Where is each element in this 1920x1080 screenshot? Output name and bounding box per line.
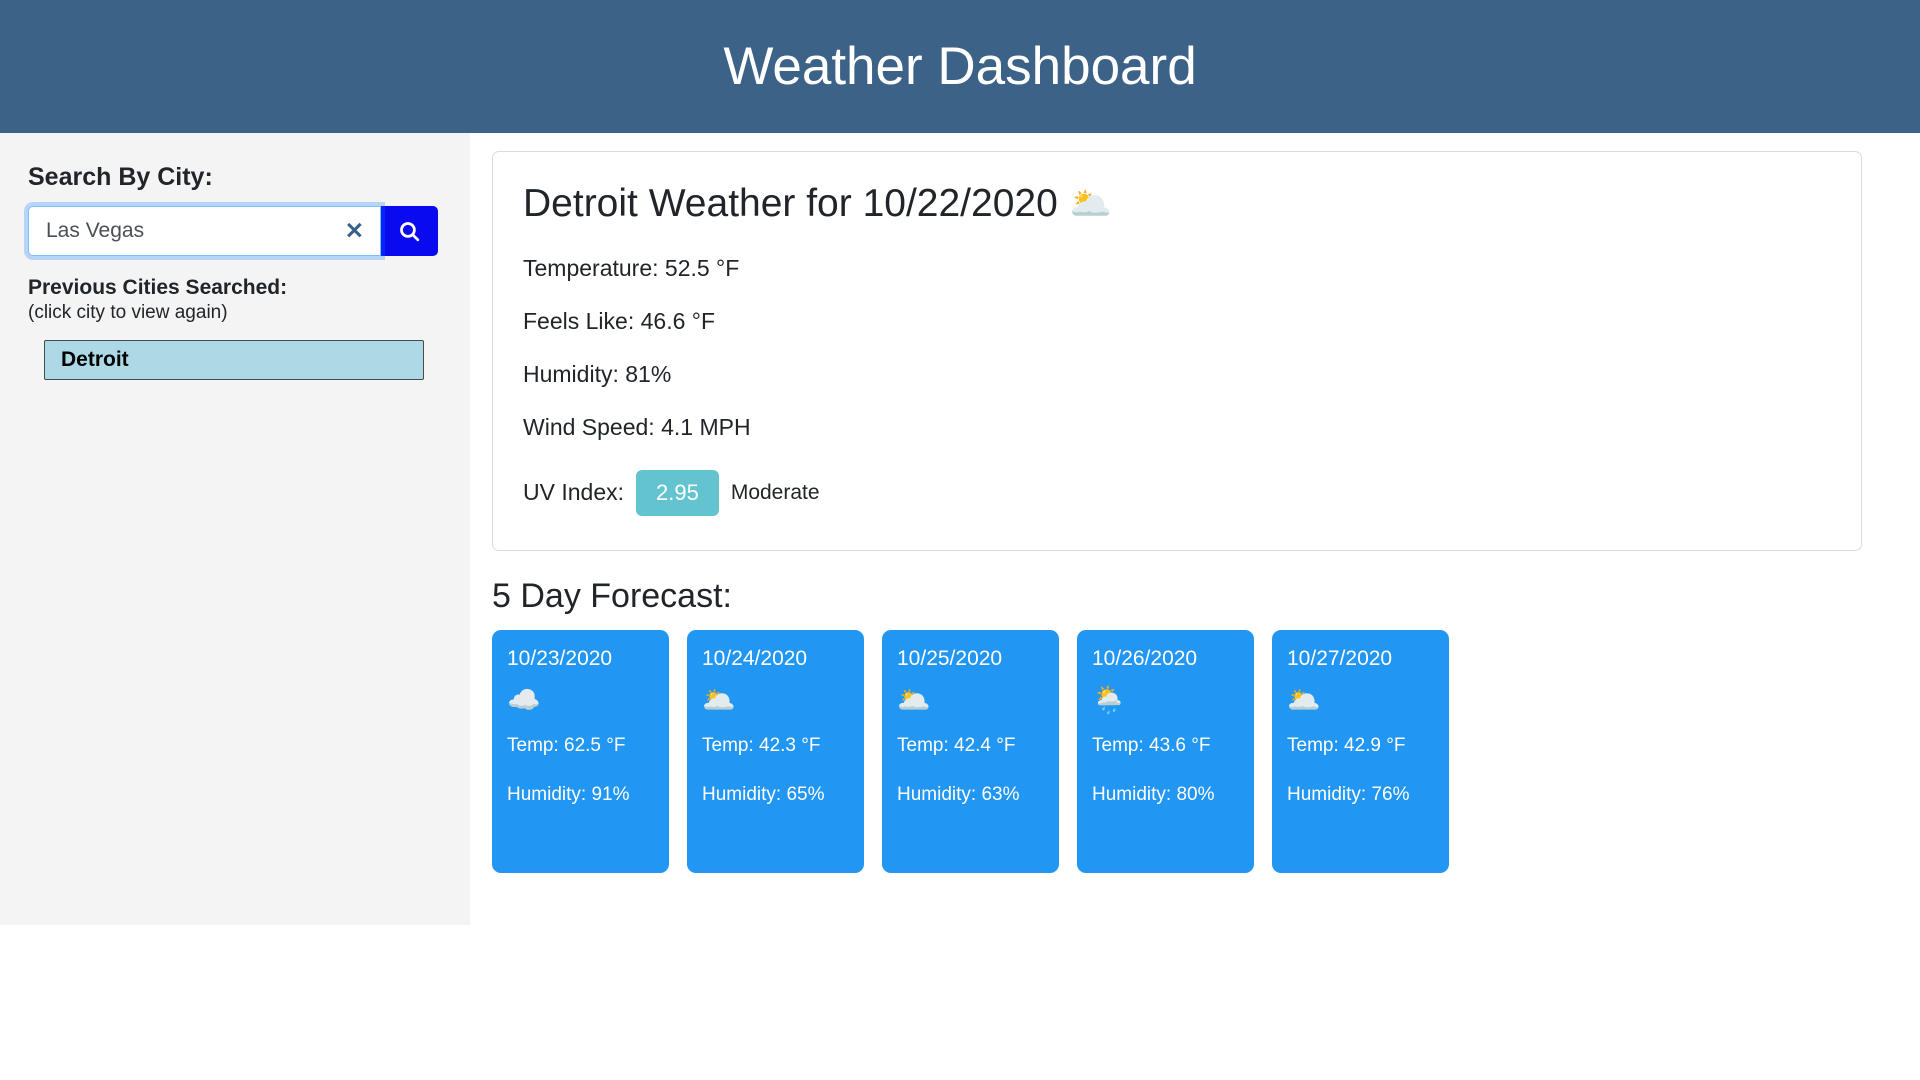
feels-like-stat: Feels Like: 46.6 °F [523,308,716,334]
forecast-heading: 5 Day Forecast: [492,576,732,615]
forecast-card: 10/26/2020 🌦️ Temp: 43.6 °F Humidity: 80… [1077,629,1254,873]
app-header: Weather Dashboard [0,0,1920,133]
broken-clouds-icon: 🌥️ [1287,684,1321,715]
current-weather-title-text: Detroit Weather for 10/22/2020 [523,182,1058,225]
forecast-card: 10/24/2020 🌥️ Temp: 42.3 °F Humidity: 65… [687,629,864,873]
status-badge: 2.95 [636,470,719,516]
search-icon [397,219,422,244]
list-item[interactable]: Detroit [44,339,424,380]
forecast-humidity: Humidity: 76% [1287,783,1410,805]
forecast-card: 10/27/2020 🌥️ Temp: 42.9 °F Humidity: 76… [1272,629,1449,873]
main-content: Detroit Weather for 10/22/2020 🌥️ Temper… [470,133,1920,873]
uv-index-row: UV Index: 2.95 Moderate [523,454,1861,522]
sidebar: Search By City: ✕ Previous Cities Search… [0,133,470,925]
current-weather-title: Detroit Weather for 10/22/2020 🌥️ [523,182,1861,226]
previous-cities-list: Detroit [28,339,442,380]
forecast-humidity: Humidity: 91% [507,783,630,805]
forecast-humidity: Humidity: 80% [1092,783,1215,805]
forecast-date: 10/26/2020 [1092,646,1198,670]
broken-clouds-icon: 🌥️ [897,684,931,715]
city-name: Detroit [61,347,129,371]
forecast-temp: Temp: 62.5 °F [507,734,626,756]
search-input[interactable] [29,207,380,255]
search-input-wrapper[interactable]: ✕ [28,206,381,256]
wind-speed-stat: Wind Speed: 4.1 MPH [523,414,751,440]
temperature-stat: Temperature: 52.5 °F [523,255,740,281]
previous-cities-sublabel: (click city to view again) [28,302,228,324]
sun-behind-rain-cloud-icon: 🌦️ [1092,684,1126,715]
forecast-humidity: Humidity: 65% [702,783,825,805]
page-layout: Search By City: ✕ Previous Cities Search… [0,133,1920,925]
forecast-row: 10/23/2020 ☁️ Temp: 62.5 °F Humidity: 91… [492,629,1920,873]
forecast-date: 10/23/2020 [507,646,613,670]
forecast-temp: Temp: 42.9 °F [1287,734,1406,756]
uv-index-description: Moderate [730,480,820,504]
forecast-card: 10/23/2020 ☁️ Temp: 62.5 °F Humidity: 91… [492,629,669,873]
forecast-date: 10/24/2020 [702,646,808,670]
broken-clouds-icon: 🌥️ [1069,185,1113,223]
forecast-date: 10/25/2020 [897,646,1003,670]
close-icon[interactable]: ✕ [341,219,368,243]
search-row: ✕ [28,206,438,256]
uv-index-label: UV Index: [523,479,624,506]
cloud-icon: ☁️ [507,684,541,715]
humidity-stat: Humidity: 81% [523,361,672,387]
page-title: Weather Dashboard [723,37,1197,96]
search-by-city-label: Search By City: [28,163,213,191]
forecast-humidity: Humidity: 63% [897,783,1020,805]
previous-cities-label: Previous Cities Searched: [28,276,288,299]
forecast-date: 10/27/2020 [1287,646,1393,670]
forecast-temp: Temp: 42.4 °F [897,734,1016,756]
current-weather-card: Detroit Weather for 10/22/2020 🌥️ Temper… [492,151,1862,551]
forecast-temp: Temp: 42.3 °F [702,734,821,756]
forecast-temp: Temp: 43.6 °F [1092,734,1211,756]
broken-clouds-icon: 🌥️ [702,684,736,715]
forecast-card: 10/25/2020 🌥️ Temp: 42.4 °F Humidity: 63… [882,629,1059,873]
search-button[interactable] [381,206,438,256]
